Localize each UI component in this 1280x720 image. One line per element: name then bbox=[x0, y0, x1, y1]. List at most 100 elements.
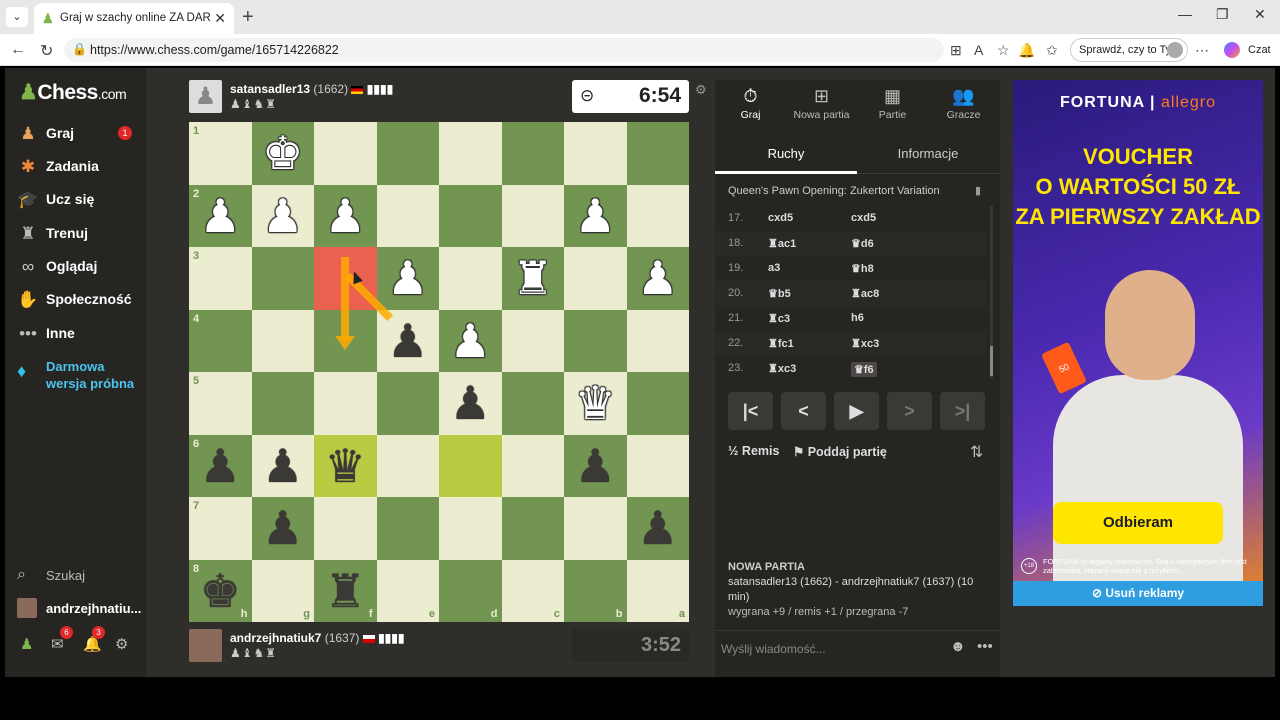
apps-icon[interactable]: ⊞ bbox=[950, 42, 962, 59]
board-square[interactable] bbox=[376, 372, 439, 435]
board-square[interactable] bbox=[564, 247, 627, 310]
favorite-star-icon[interactable]: ☆ bbox=[997, 42, 1010, 59]
sidebar-item-spolecznosc[interactable]: ✋ Społeczność bbox=[17, 285, 142, 315]
white-piece[interactable]: ♛ bbox=[564, 372, 627, 435]
black-piece[interactable]: ♜ bbox=[314, 560, 377, 623]
reload-icon[interactable]: ↻ bbox=[40, 41, 53, 61]
board-square[interactable]: 7 bbox=[189, 497, 252, 560]
black-move[interactable]: ♜ac8 bbox=[851, 287, 879, 300]
board-square[interactable] bbox=[439, 497, 502, 560]
board-square[interactable] bbox=[626, 184, 689, 247]
board-settings-gear-icon[interactable]: ⚙ bbox=[695, 82, 707, 98]
play-button[interactable]: ▶ bbox=[834, 392, 879, 430]
board-square[interactable] bbox=[501, 309, 564, 372]
white-move[interactable]: ♜c3 bbox=[768, 312, 790, 325]
friends-icon[interactable]: ♟ bbox=[20, 635, 33, 653]
tab-nowa-partia[interactable]: ⊞ Nowa partia bbox=[786, 80, 857, 126]
sidebar-item-zadania[interactable]: ✱ Zadania bbox=[17, 152, 142, 182]
board-square[interactable] bbox=[501, 372, 564, 435]
flip-board-icon[interactable]: ⇅ bbox=[970, 442, 983, 462]
opponent-name-row[interactable]: satansadler13 (1662) ▮▮▮▮ bbox=[230, 82, 393, 96]
chess-logo[interactable]: ♟Chess.com bbox=[19, 80, 127, 105]
chat-more-icon[interactable]: ••• bbox=[977, 638, 993, 655]
chat-input[interactable] bbox=[721, 639, 921, 659]
board-square[interactable]: d bbox=[439, 559, 502, 622]
board-square[interactable] bbox=[501, 434, 564, 497]
opening-name[interactable]: Queen's Pawn Opening: Zukertort Variatio… bbox=[728, 185, 940, 197]
close-tab-icon[interactable]: ✕ bbox=[214, 10, 226, 27]
tab-gracze[interactable]: 👥 Gracze bbox=[928, 80, 999, 126]
bell-icon[interactable]: 🔔 bbox=[1018, 42, 1035, 59]
board-square[interactable] bbox=[251, 309, 314, 372]
board-square[interactable]: 5 bbox=[189, 372, 252, 435]
board-square[interactable] bbox=[439, 247, 502, 310]
board-square[interactable] bbox=[251, 247, 314, 310]
board-square[interactable] bbox=[626, 372, 689, 435]
board-square[interactable] bbox=[376, 122, 439, 185]
player-name-row[interactable]: andrzejhnatiuk7 (1637) ▮▮▮▮ bbox=[230, 631, 405, 645]
first-move-button[interactable]: |< bbox=[728, 392, 773, 430]
next-move-button[interactable]: > bbox=[887, 392, 932, 430]
white-move[interactable]: a3 bbox=[768, 262, 780, 274]
advertisement[interactable]: FORTUNA | allegro VOUCHER O WARTOŚCI 50 … bbox=[1013, 80, 1263, 606]
profile-button[interactable]: Sprawdź, czy to Ty bbox=[1070, 38, 1188, 62]
board-square[interactable] bbox=[501, 184, 564, 247]
copilot-icon[interactable] bbox=[1224, 42, 1240, 58]
scrollbar-thumb[interactable] bbox=[990, 346, 993, 376]
black-piece[interactable]: ♟ bbox=[627, 497, 690, 560]
board-square[interactable]: e bbox=[376, 559, 439, 622]
board-square[interactable] bbox=[626, 122, 689, 185]
black-move[interactable]: ♛f6 bbox=[851, 362, 877, 377]
white-move[interactable]: ♜xc3 bbox=[768, 362, 796, 375]
messages-icon[interactable]: ✉ 6 bbox=[51, 626, 73, 653]
black-piece[interactable]: ♚ bbox=[189, 560, 252, 623]
board-square[interactable] bbox=[564, 122, 627, 185]
board-square[interactable]: b bbox=[564, 559, 627, 622]
move-list[interactable]: 17. cxd5 cxd5 18. ♜ac1 ♛d6 19. a3 ♛h8 20. ♛b5 ♜ac8 2… bbox=[715, 206, 987, 381]
board-square[interactable] bbox=[501, 122, 564, 185]
settings-gear-icon[interactable]: ⚙ bbox=[115, 635, 128, 653]
chat-button[interactable]: Czat bbox=[1248, 44, 1271, 56]
white-move[interactable]: ♛b5 bbox=[768, 287, 791, 300]
opponent-avatar[interactable]: ♟ bbox=[189, 80, 222, 113]
white-move[interactable]: ♜fc1 bbox=[768, 337, 794, 350]
previous-move-button[interactable]: < bbox=[781, 392, 826, 430]
last-move-button[interactable]: >| bbox=[940, 392, 985, 430]
board-square[interactable]: a bbox=[626, 559, 689, 622]
site-info-icon[interactable]: 🔒 bbox=[72, 42, 87, 56]
draw-button[interactable]: ½ Remis bbox=[728, 444, 779, 458]
sidebar-item-trenuj[interactable]: ♜ Trenuj bbox=[17, 219, 142, 249]
sidebar-item-inne[interactable]: ••• Inne bbox=[17, 319, 142, 349]
tab-list-button[interactable]: ⌄ bbox=[6, 7, 28, 27]
tab-ruchy[interactable]: Ruchy bbox=[715, 146, 857, 161]
black-move[interactable]: cxd5 bbox=[851, 212, 876, 224]
board-square[interactable] bbox=[439, 434, 502, 497]
new-tab-button[interactable]: + bbox=[242, 6, 254, 29]
tab-partie[interactable]: ▦ Partie bbox=[857, 80, 928, 126]
board-square[interactable]: c bbox=[501, 559, 564, 622]
sidebar-item-ucz-sie[interactable]: 🎓 Ucz się bbox=[17, 185, 142, 215]
board-square[interactable] bbox=[439, 122, 502, 185]
book-icon[interactable]: ▮ bbox=[975, 184, 981, 197]
black-piece[interactable]: ♟ bbox=[252, 497, 315, 560]
board-square[interactable] bbox=[314, 497, 377, 560]
board-square[interactable] bbox=[376, 434, 439, 497]
board-square[interactable] bbox=[251, 372, 314, 435]
white-move[interactable]: cxd5 bbox=[768, 212, 793, 224]
remove-ads-button[interactable]: ⊘ Usuń reklamy bbox=[1013, 581, 1263, 606]
black-piece[interactable]: ♟ bbox=[189, 435, 252, 498]
black-piece[interactable]: ♟ bbox=[564, 435, 627, 498]
player-avatar[interactable] bbox=[189, 629, 222, 662]
tab-informacje[interactable]: Informacje bbox=[857, 146, 999, 161]
board-square[interactable] bbox=[376, 184, 439, 247]
read-aloud-icon[interactable]: A bbox=[974, 42, 983, 58]
white-piece[interactable]: ♟ bbox=[564, 185, 627, 248]
white-piece[interactable]: ♟ bbox=[252, 185, 315, 248]
board-square[interactable] bbox=[439, 184, 502, 247]
sidebar-item-graj[interactable]: ♟ Graj 1 bbox=[17, 119, 142, 149]
more-menu-icon[interactable]: ⋯ bbox=[1195, 42, 1209, 59]
notifications-icon[interactable]: 🔔 3 bbox=[83, 626, 105, 653]
black-piece[interactable]: ♟ bbox=[252, 435, 315, 498]
white-move[interactable]: ♜ac1 bbox=[768, 237, 796, 250]
board-square[interactable] bbox=[626, 309, 689, 372]
